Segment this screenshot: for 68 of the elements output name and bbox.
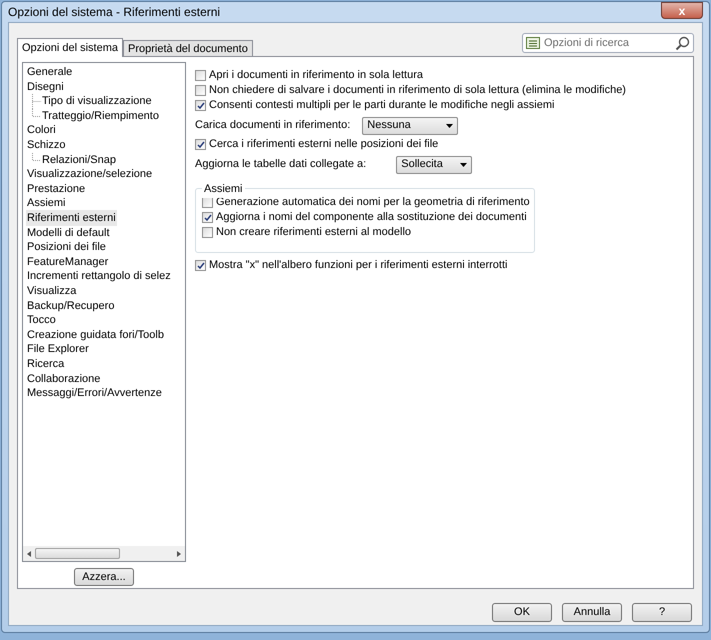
checkbox[interactable] bbox=[195, 100, 206, 111]
dialog-button[interactable]: OK bbox=[492, 603, 552, 622]
checkbox-label: Generazione automatica dei nomi per la geometria di riferimento bbox=[216, 195, 530, 210]
window-title: Opzioni del sistema - Riferimenti esterni bbox=[8, 4, 220, 21]
checkbox-label: Mostra "x" nell'albero funzioni per i riferimenti esterni interrotti bbox=[209, 258, 508, 274]
scroll-right-icon[interactable] bbox=[175, 550, 183, 558]
dialog-button[interactable]: ? bbox=[632, 603, 692, 622]
tree-item[interactable]: Backup/Recupero bbox=[26, 298, 116, 314]
checkbox[interactable] bbox=[195, 70, 206, 81]
dropdown-label: Carica documenti in riferimento: bbox=[195, 118, 350, 134]
tree-item[interactable]: Visualizzazione/selezione bbox=[26, 166, 154, 183]
checkbox[interactable] bbox=[202, 197, 213, 208]
tree-item[interactable]: Prestazione bbox=[26, 180, 86, 198]
checkbox[interactable] bbox=[195, 139, 206, 150]
checkbox[interactable] bbox=[202, 212, 213, 223]
dialog-button[interactable]: Annulla bbox=[562, 603, 622, 622]
tree-item[interactable]: Disegni bbox=[26, 78, 65, 96]
checkbox-label: Consenti contesti multipli per le parti durante le modifiche negli assiemi bbox=[209, 98, 554, 114]
tree-item[interactable]: Modelli di default bbox=[26, 224, 111, 242]
tree-item[interactable]: Visualizza bbox=[26, 282, 78, 300]
tree-item[interactable]: Posizioni dei file bbox=[26, 239, 107, 256]
tree-item[interactable]: Ricerca bbox=[26, 356, 66, 372]
check-icon bbox=[196, 140, 204, 148]
checkbox-label: Non creare riferimenti esterni al modello bbox=[216, 225, 412, 240]
caret-icon bbox=[460, 162, 468, 166]
tree-connector-icon bbox=[32, 152, 41, 161]
checkbox[interactable] bbox=[202, 227, 213, 238]
dropdown-label: Aggiorna le tabelle dati collegate a: bbox=[195, 157, 366, 172]
tab[interactable]: Proprietà del documento bbox=[123, 40, 253, 56]
search-icon bbox=[675, 36, 690, 50]
dropdown[interactable]: Sollecita bbox=[396, 156, 472, 174]
checkbox-label: Aggiorna i nomi del componente alla sostituzione dei documenti bbox=[216, 210, 527, 226]
scroll-left-icon[interactable] bbox=[25, 550, 33, 558]
horizontal-scrollbar[interactable] bbox=[23, 546, 185, 561]
dropdown[interactable]: Nessuna bbox=[362, 116, 458, 134]
reset-button[interactable]: Azzera... bbox=[74, 568, 134, 586]
scrollbar-thumb[interactable] bbox=[35, 548, 120, 559]
check-icon bbox=[196, 102, 204, 110]
checkbox-label: Cerca i riferimenti esterni nelle posizioni dei file bbox=[209, 137, 438, 152]
caret-icon bbox=[446, 124, 454, 128]
tab[interactable]: Opzioni del sistema bbox=[17, 38, 123, 57]
checkbox[interactable] bbox=[195, 260, 206, 271]
tree-item[interactable]: Incrementi rettangolo di selez bbox=[26, 268, 172, 285]
search-box[interactable]: Opzioni di ricerca bbox=[522, 33, 694, 53]
tree-item[interactable]: Collaborazione bbox=[26, 370, 102, 388]
tree-item[interactable]: Generale bbox=[26, 64, 74, 81]
search-field[interactable]: Opzioni di ricerca bbox=[544, 34, 671, 52]
tree-item[interactable]: Schizzo bbox=[26, 137, 67, 154]
dropdown-value: Nessuna bbox=[367, 118, 411, 134]
tree-item[interactable]: Tocco bbox=[26, 312, 57, 329]
tree-item[interactable]: Messaggi/Errori/Avvertenze bbox=[26, 385, 163, 402]
list-icon bbox=[526, 37, 540, 49]
tree-item[interactable]: FeatureManager bbox=[26, 254, 110, 270]
check-icon bbox=[204, 214, 212, 222]
tree-item[interactable]: File Explorer bbox=[26, 341, 90, 358]
dropdown-value: Sollecita bbox=[401, 157, 443, 172]
tree-item[interactable]: Creazione guidata fori/Toolb bbox=[26, 326, 165, 344]
checkbox-label: Apri i documenti in riferimento in sola lettura bbox=[209, 68, 423, 84]
tree-item[interactable]: Relazioni/Snap bbox=[41, 152, 117, 168]
tree-item[interactable]: Assiemi bbox=[26, 195, 67, 212]
checkbox[interactable] bbox=[195, 85, 206, 96]
checkbox-label: Non chiedere di salvare i documenti in riferimento di sola lettura (elimina le modifiche) bbox=[209, 83, 626, 98]
tree-item[interactable]: Colori bbox=[26, 122, 57, 139]
tree-item[interactable]: Riferimenti esterni bbox=[26, 210, 117, 226]
check-icon bbox=[196, 262, 204, 270]
group-title: Assiemi bbox=[202, 181, 245, 198]
tree-item[interactable]: Tipo di visualizzazione bbox=[41, 93, 153, 110]
tree-item[interactable]: Tratteggio/Riempimento bbox=[41, 108, 160, 124]
